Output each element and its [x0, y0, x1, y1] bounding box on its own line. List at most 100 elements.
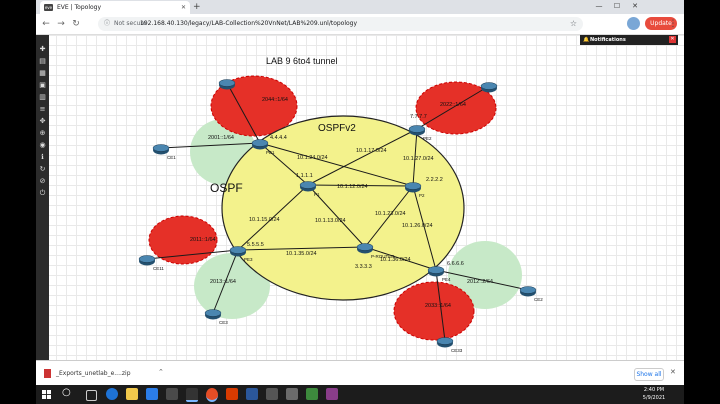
router-name: PE1	[266, 150, 275, 155]
edge-browser-icon[interactable]	[106, 388, 118, 400]
bell-icon: 🔔	[583, 37, 590, 43]
topology-diagram: PE1PE2P1 P2PE3P-ROUTERPE4CE1CE11CE3CE2CE3…	[138, 56, 543, 354]
text-objects-icon[interactable]: ≡	[38, 105, 47, 114]
router-name: PE3	[244, 257, 253, 262]
file-explorer-icon[interactable]	[126, 388, 138, 400]
zoom-icon[interactable]: ⊕	[38, 129, 47, 138]
letterbox-left	[0, 0, 36, 404]
browser-tab[interactable]: eve EVE | Topology ✕	[40, 1, 190, 14]
notifications-close-icon[interactable]: ✕	[669, 36, 676, 43]
powerpoint-icon[interactable]	[226, 388, 238, 400]
app-icon[interactable]	[286, 388, 298, 400]
terminal-icon[interactable]	[186, 388, 198, 402]
info-icon[interactable]: ⓘ	[104, 17, 110, 31]
minimize-icon[interactable]: —	[591, 0, 607, 12]
nodes-icon[interactable]: ▤	[38, 57, 47, 66]
status-icon[interactable]: ◉	[38, 141, 47, 150]
router-name: CE3	[219, 320, 228, 325]
lab-details-icon[interactable]: ℹ	[38, 153, 47, 162]
refresh-topology-icon[interactable]: ↻	[38, 165, 47, 174]
router-ce1[interactable]: CE1	[152, 144, 176, 161]
download-menu-chevron-icon[interactable]: ⌃	[158, 368, 164, 376]
show-all-button[interactable]: Show all	[634, 368, 664, 381]
router-name: P1	[314, 192, 320, 197]
router-pe4[interactable]: PE4	[427, 266, 451, 283]
new-tab-icon[interactable]: +	[193, 0, 201, 14]
forward-icon[interactable]: →	[55, 14, 67, 34]
router-name: CE11	[153, 266, 164, 271]
back-icon[interactable]: ←	[40, 14, 52, 34]
app-icon[interactable]	[306, 388, 318, 400]
router-node[interactable]	[218, 79, 236, 90]
subnet-label: 10.1.17.0/24	[356, 148, 387, 154]
moving-mode-icon[interactable]: ✥	[38, 117, 47, 126]
settings-icon[interactable]	[166, 388, 178, 400]
download-shelf: _Exports_unetlab_e....zip ⌃ Show all ✕	[36, 360, 684, 386]
clock-date: 5/9/2021	[642, 395, 666, 401]
close-lab-icon[interactable]: ⏻	[38, 189, 47, 198]
app-icon[interactable]	[266, 388, 278, 400]
router-name: CE33	[451, 348, 463, 353]
ipv6-label: 2001::1/64	[208, 135, 234, 141]
router-name: PE2	[423, 136, 432, 141]
windows-start-icon[interactable]	[42, 390, 51, 399]
search-icon[interactable]: ○	[62, 387, 71, 398]
tab-close-icon[interactable]: ✕	[181, 1, 186, 14]
chrome-browser-icon[interactable]	[206, 388, 218, 402]
clock-time: 2:40 PM	[643, 387, 665, 393]
notifications-label: Notifications	[590, 37, 626, 43]
router-ce33[interactable]: CE33	[436, 337, 463, 354]
freeze-icon[interactable]: ⊘	[38, 177, 47, 186]
task-view-icon[interactable]	[86, 390, 97, 401]
store-icon[interactable]	[146, 388, 158, 400]
ipv6-area-2033	[393, 281, 475, 341]
router-id: 7.7.7.7	[410, 114, 427, 120]
subnet-label: 10.1.13.0/24	[315, 218, 346, 224]
download-shelf-close-icon[interactable]: ✕	[670, 368, 676, 376]
router-node[interactable]	[480, 82, 498, 93]
zip-file-icon	[44, 369, 51, 378]
router-ce2[interactable]: CE2	[519, 286, 543, 303]
bookmark-star-icon[interactable]: ☆	[570, 17, 577, 31]
ipv6-label: 2013::1/64	[210, 279, 236, 285]
router-id: 2.2.2.2	[426, 177, 443, 183]
address-bar[interactable]: ⓘ Not secure 192.168.40.130/legacy/LAB-C…	[98, 17, 583, 31]
pictures-icon[interactable]: ▥	[38, 93, 47, 102]
ipv6-label: 2044::1/64	[262, 97, 288, 103]
windows-taskbar: ○ 2:40 PM 5/9/2021	[36, 385, 684, 404]
word-icon[interactable]	[246, 388, 258, 400]
reload-icon[interactable]: ↻	[70, 14, 82, 34]
subnet-label: 10.1.12.0/24	[337, 184, 368, 190]
router-name: CE1	[167, 155, 176, 160]
router-name: PE4	[442, 277, 451, 282]
subnet-label: 10.1.36.0/24	[380, 257, 411, 263]
system-clock[interactable]: 2:40 PM 5/9/2021	[634, 386, 674, 402]
router-id: 4.4.4.4	[270, 135, 287, 141]
letterbox-right	[684, 0, 720, 404]
add-object-icon[interactable]: ✚	[38, 45, 47, 54]
subnet-label: 10.1.26.0/24	[402, 223, 433, 229]
eve-sidebar: ✚ ▤ ▦ ▣ ▥ ≡ ✥ ⊕ ◉ ℹ ↻ ⊘ ⏻	[36, 35, 49, 360]
tab-title: EVE | Topology	[57, 4, 102, 11]
window-close-icon[interactable]: ✕	[627, 0, 643, 12]
ipv6-label: 2012::2/64	[467, 279, 493, 285]
profile-avatar[interactable]	[627, 17, 640, 30]
router-name: CE2	[534, 297, 543, 302]
startup-configs-icon[interactable]: ▣	[38, 81, 47, 90]
maximize-icon[interactable]: ☐	[609, 0, 625, 12]
ipv6-label: 2022::1/64	[440, 102, 466, 108]
networks-icon[interactable]: ▦	[38, 69, 47, 78]
menu-dots-icon[interactable]: ⋮	[667, 14, 679, 34]
subnet-label: 10.1.23.0/24	[375, 211, 406, 217]
url-text[interactable]: 192.168.40.130/legacy/LAB-Collection%20V…	[140, 17, 357, 31]
notifications-panel[interactable]: 🔔 Notifications ✕	[580, 35, 678, 45]
router-id: 5.5.5.5	[247, 242, 264, 248]
eve-favicon-icon: eve	[44, 4, 53, 11]
subnet-label: 10.1.24.0/24	[297, 155, 328, 161]
lab-title: LAB 9 6to4 tunnel	[266, 56, 338, 66]
topology-canvas[interactable]: PE1 PE2 P1 P2 PE3 P-ROUTER PE4 CE1 CE11 CE3 CE2 CE3…	[36, 35, 684, 360]
subnet-label: 10.1.35.0/24	[286, 251, 317, 257]
app-icon[interactable]	[326, 388, 338, 400]
router-id: 1.1.1.1	[296, 173, 313, 179]
download-file-name[interactable]: _Exports_unetlab_e....zip	[56, 370, 131, 377]
